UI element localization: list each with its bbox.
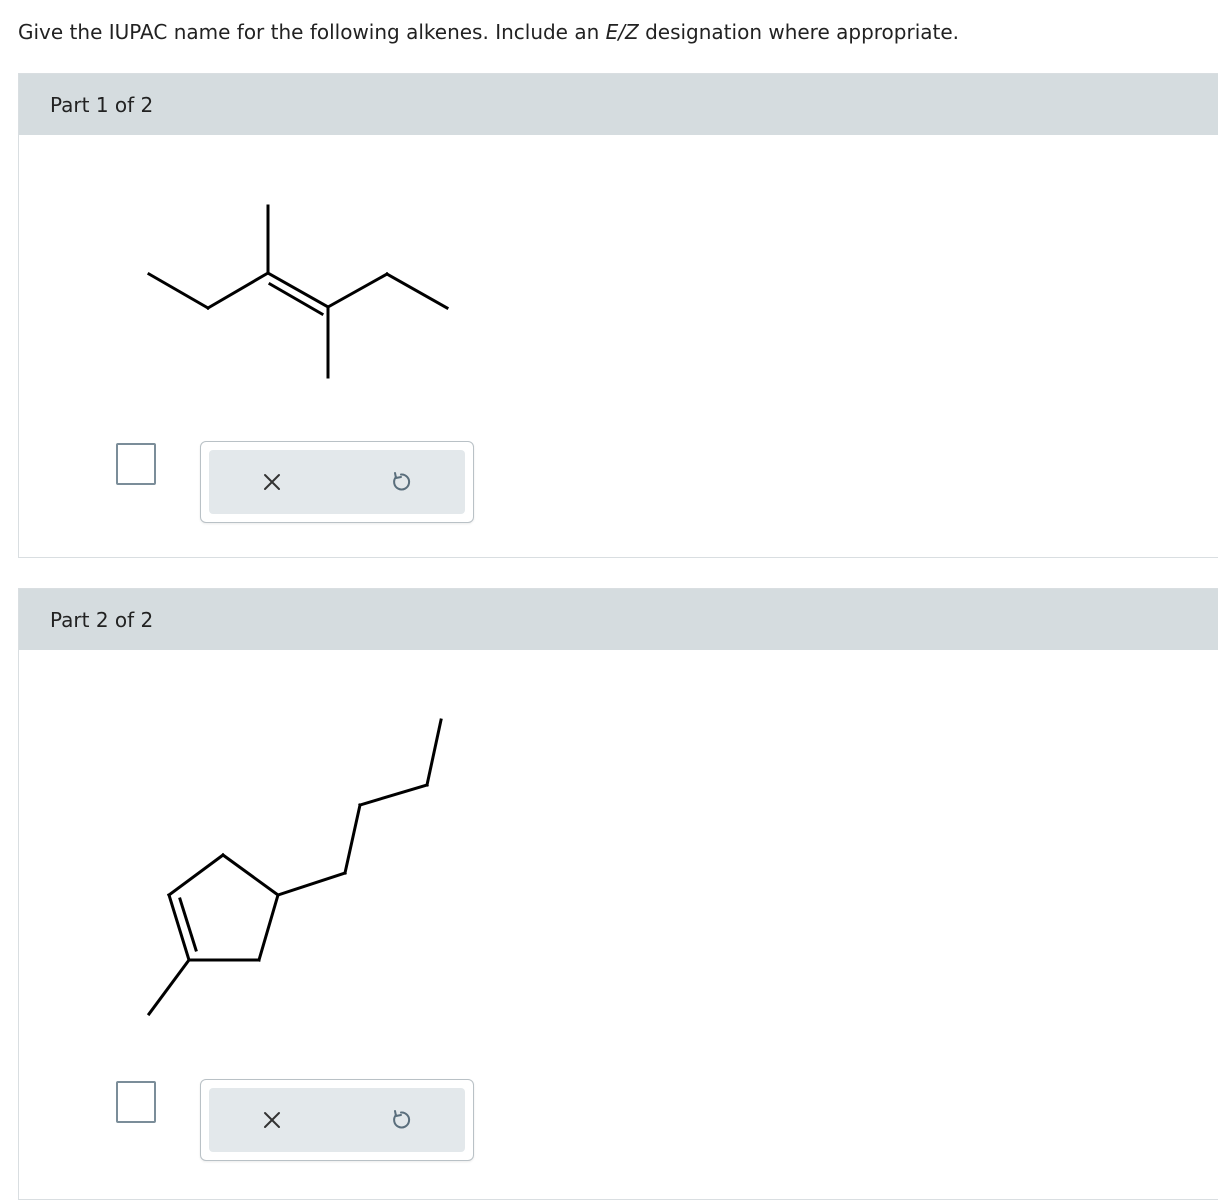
x-icon <box>264 474 280 490</box>
ez-designation: E/Z <box>605 20 639 44</box>
molecule-structure-1 <box>146 204 450 379</box>
question-text: Give the IUPAC name for the following al… <box>18 18 959 46</box>
part-1-header: Part 1 of 2 <box>19 74 1218 135</box>
answer-tools-1 <box>200 441 474 523</box>
part-2-header: Part 2 of 2 <box>19 589 1218 650</box>
undo-button-2[interactable] <box>387 1106 415 1134</box>
answer-input-1[interactable] <box>116 443 156 485</box>
part-2-panel: Part 2 of 2 <box>18 588 1218 1200</box>
answer-tools-2 <box>200 1079 474 1161</box>
undo-icon <box>393 1110 411 1129</box>
x-icon <box>264 1112 280 1128</box>
molecule-structure-2 <box>146 718 443 1017</box>
answer-input-2[interactable] <box>116 1081 156 1123</box>
clear-button-1[interactable] <box>258 468 286 496</box>
tool-bar-1 <box>209 450 465 514</box>
undo-button-1[interactable] <box>387 468 415 496</box>
tool-bar-2 <box>209 1088 465 1152</box>
question-prefix: Give the IUPAC name for the following al… <box>18 20 606 44</box>
undo-icon <box>393 472 411 491</box>
part-2-title: Part 2 of 2 <box>50 607 154 632</box>
clear-button-2[interactable] <box>258 1106 286 1134</box>
part-1-panel: Part 1 of 2 <box>18 73 1218 558</box>
part-1-title: Part 1 of 2 <box>50 92 154 117</box>
question-suffix: designation where appropriate. <box>638 20 960 44</box>
